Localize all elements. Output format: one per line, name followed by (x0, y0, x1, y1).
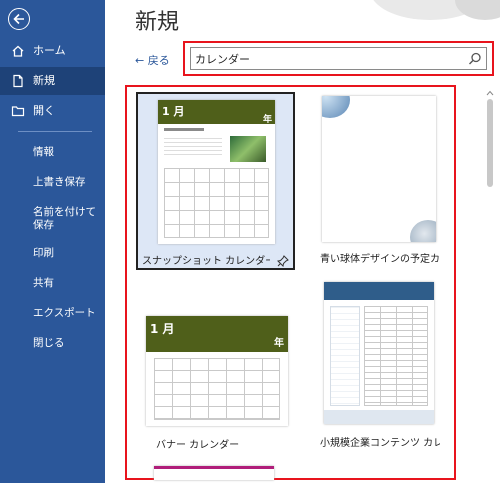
template-card-small-business-calendar[interactable]: 小規模企業コンテンツ カレ… (318, 278, 442, 452)
folder-icon (11, 97, 27, 125)
nav-item-open-label: 開く (33, 104, 55, 117)
nav-item-home-label: ホーム (33, 44, 66, 57)
nav-item-new[interactable]: 新規 (0, 67, 105, 95)
back-link[interactable]: ← 戻る (135, 52, 170, 68)
sidebar-column (330, 306, 360, 406)
text-lines (164, 138, 222, 158)
calendar-grid (164, 168, 269, 238)
template-label: 小規模企業コンテンツ カレ… (320, 438, 440, 449)
template-thumbnail: 1 月 年 (146, 316, 288, 426)
calendar-banner: 1 月 年 (158, 100, 275, 125)
search-input[interactable] (195, 50, 455, 67)
sidebar-divider (18, 131, 92, 132)
home-icon (11, 37, 27, 65)
back-arrow-icon[interactable] (8, 8, 30, 30)
template-thumbnail-partial[interactable] (154, 466, 274, 480)
header-band (324, 282, 434, 300)
template-card-blue-sphere-calendar[interactable]: 青い球体デザインの予定カレ… (318, 92, 442, 270)
schedule-grid (330, 126, 428, 218)
nav-item-export[interactable]: エクスポート (33, 307, 101, 320)
sphere-decoration (322, 96, 350, 118)
template-card-banner-calendar[interactable]: 1 月 年 バナー カレンダー (136, 312, 295, 452)
calendar-month: 1 月 (162, 105, 185, 118)
content-grid (364, 306, 428, 406)
nav-item-home[interactable]: ホーム (0, 37, 105, 65)
photo-placeholder (230, 136, 266, 162)
new-document-icon (11, 67, 27, 95)
template-thumbnail (324, 282, 434, 424)
subtitle-bar (164, 128, 204, 131)
calendar-year: 年 (262, 115, 272, 125)
backstage-sidebar: ホーム 新規 開く 情報 上書き保存 名前を付けて保存 印刷 共有 エクスポート… (0, 0, 105, 483)
nav-item-info[interactable]: 情報 (33, 146, 101, 159)
template-card-snapshot-calendar[interactable]: 1 月 年 スナップショット カレンダー (136, 92, 295, 270)
template-label: スナップショット カレンダー (142, 256, 270, 267)
template-label: バナー カレンダー (156, 440, 240, 451)
nav-item-save[interactable]: 上書き保存 (33, 176, 101, 189)
nav-item-new-label: 新規 (33, 74, 55, 87)
nav-item-open[interactable]: 開く (0, 97, 105, 125)
template-label: 青い球体デザインの予定カレ… (320, 254, 440, 265)
scroll-up-icon[interactable] (486, 90, 494, 96)
calendar-grid (154, 358, 280, 420)
nav-item-close[interactable]: 閉じる (33, 337, 101, 350)
search-icon[interactable] (468, 51, 482, 70)
scroll-thumb[interactable] (487, 99, 493, 187)
template-thumbnail (322, 96, 436, 242)
search-box (190, 47, 487, 70)
nav-item-share[interactable]: 共有 (33, 277, 101, 290)
pin-icon[interactable] (276, 252, 289, 271)
footer-band (324, 410, 434, 424)
page-title: 新規 (135, 10, 180, 35)
calendar-year: 年 (274, 338, 284, 349)
template-thumbnail: 1 月 年 (158, 100, 275, 244)
nav-item-print[interactable]: 印刷 (33, 247, 101, 260)
calendar-banner: 1 月 年 (146, 316, 288, 352)
sphere-decoration (410, 220, 436, 242)
nav-item-save-as[interactable]: 名前を付けて保存 (33, 206, 101, 232)
results-scrollbar[interactable] (486, 90, 494, 475)
header-decoration-2 (455, 0, 500, 20)
calendar-month: 1 月 (150, 322, 175, 336)
